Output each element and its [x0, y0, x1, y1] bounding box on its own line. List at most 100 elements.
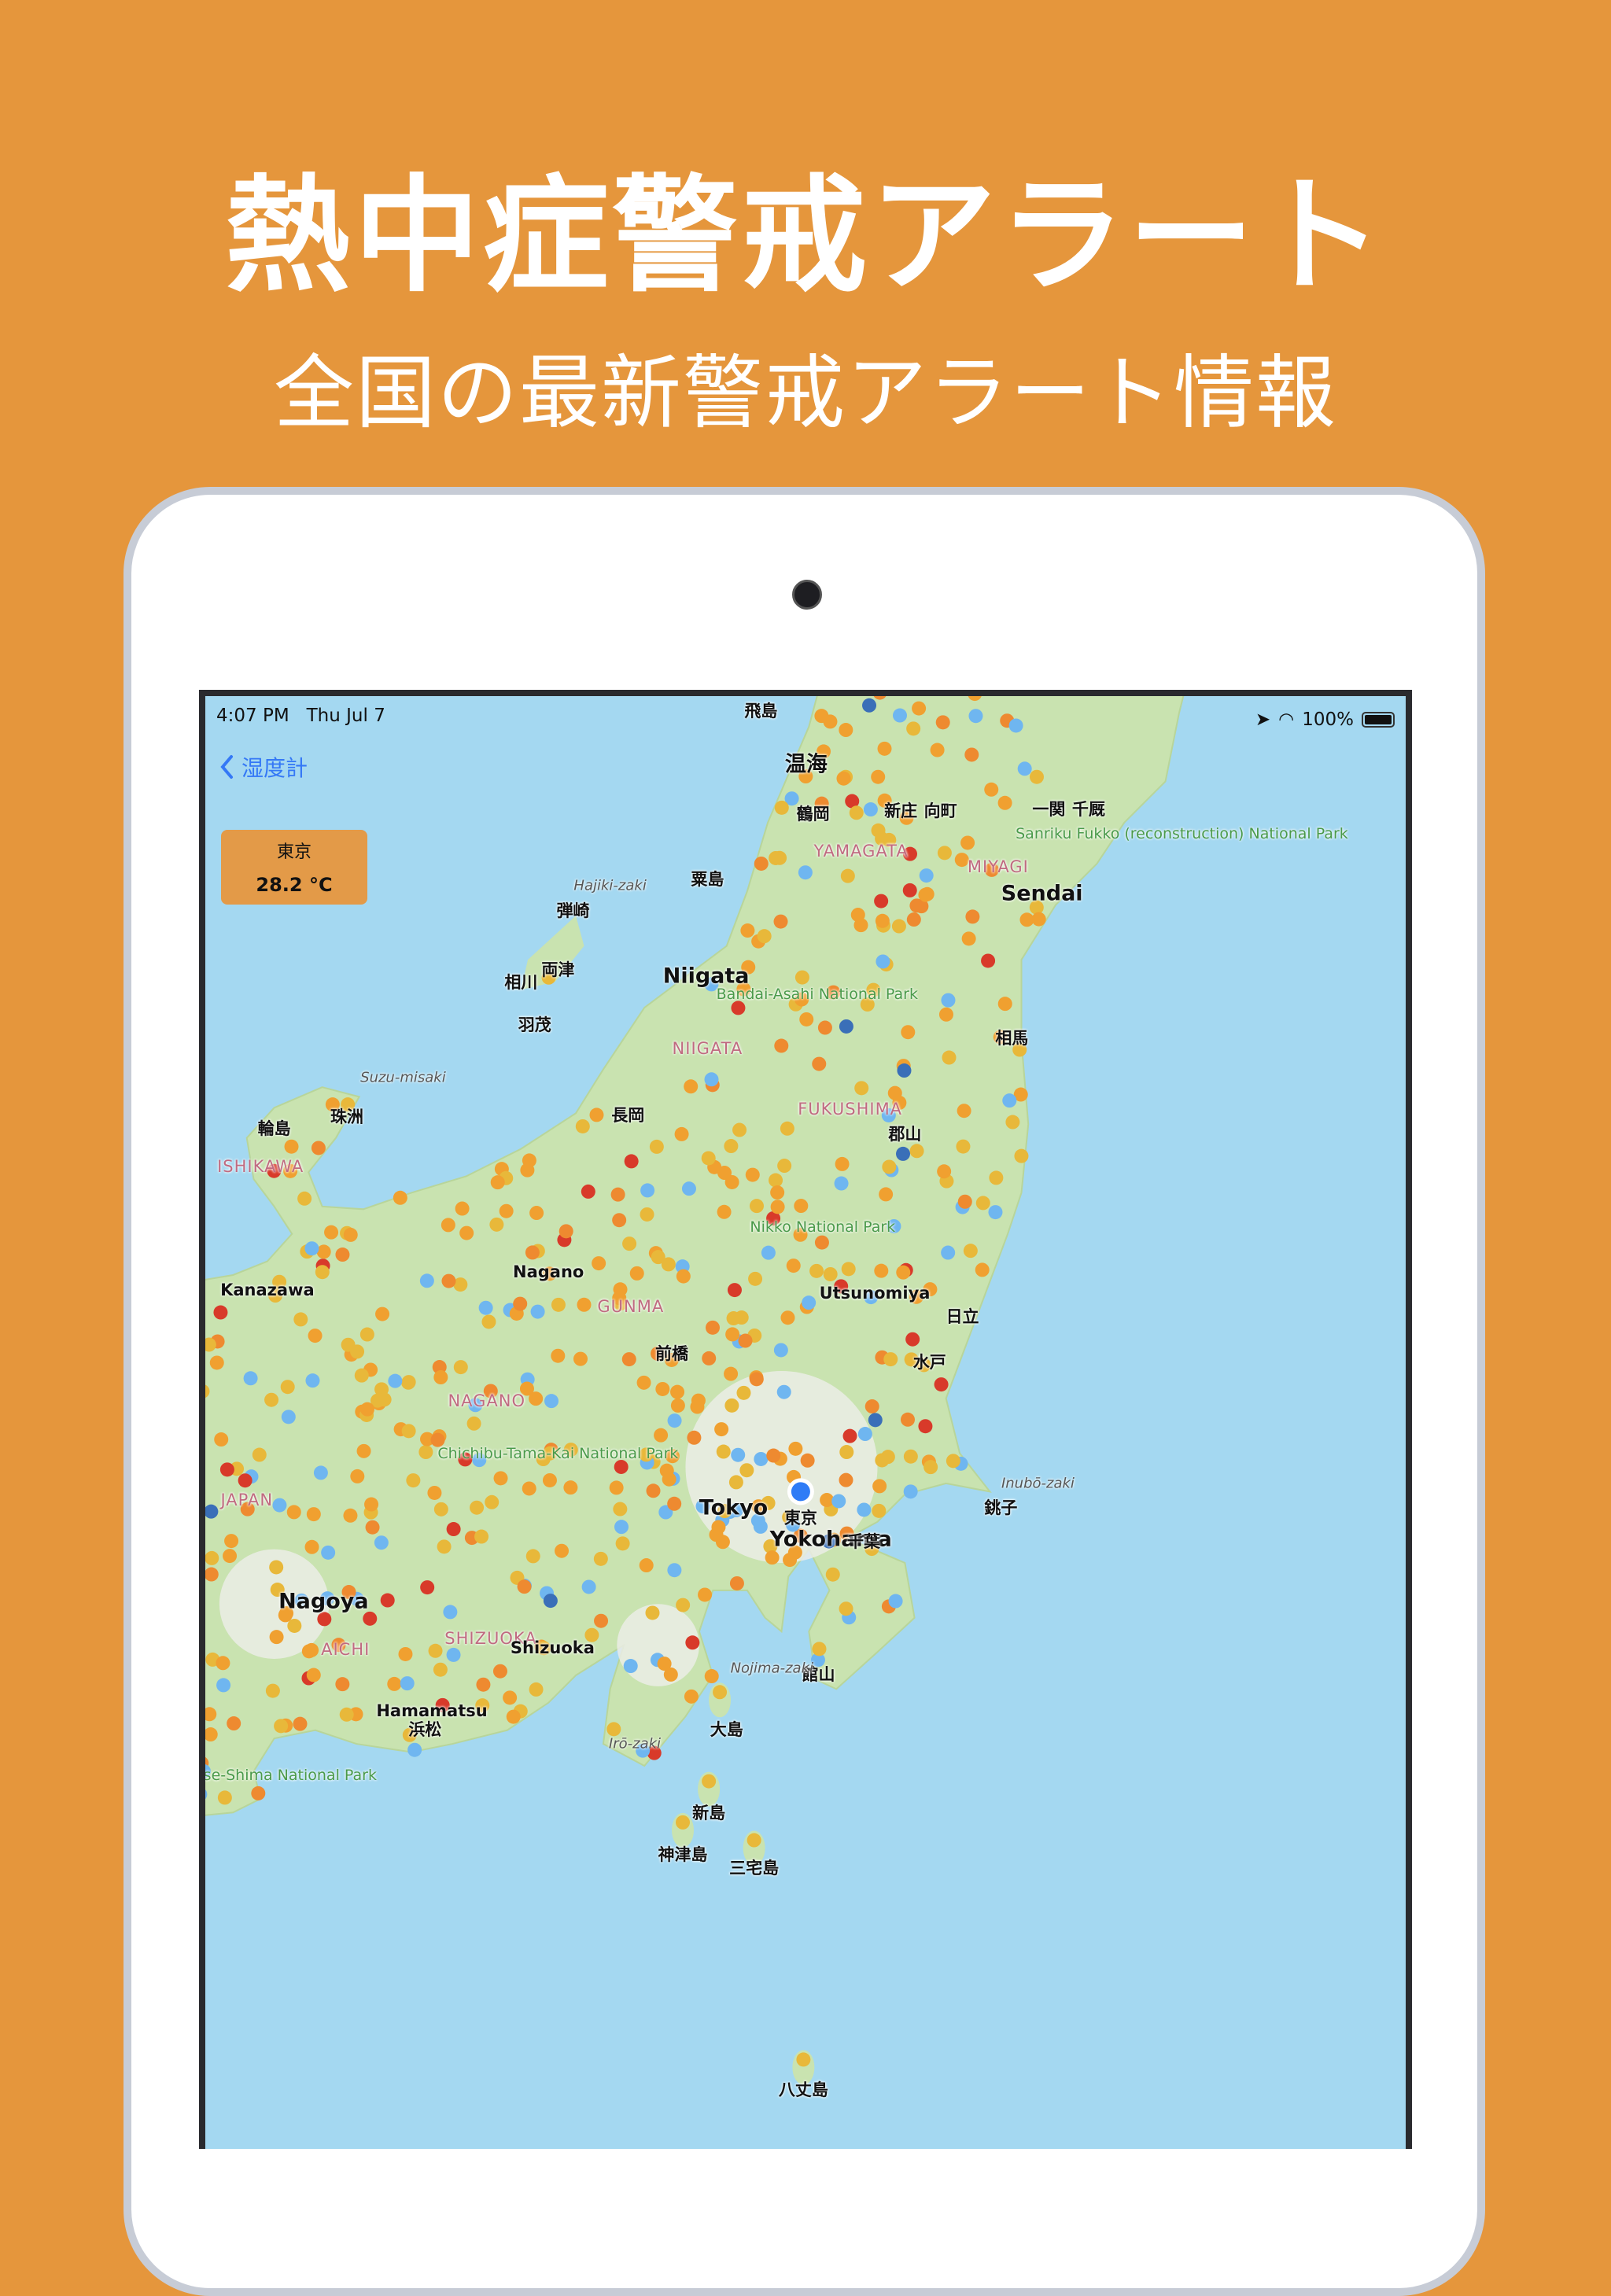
alert-marker[interactable]: [573, 1352, 588, 1366]
alert-marker[interactable]: [293, 1312, 308, 1326]
alert-marker[interactable]: [724, 1139, 738, 1153]
alert-marker[interactable]: [962, 931, 976, 945]
alert-marker[interactable]: [470, 1501, 484, 1515]
alert-marker[interactable]: [775, 801, 789, 815]
alert-marker[interactable]: [238, 1473, 253, 1487]
alert-marker[interactable]: [317, 1244, 331, 1259]
alert-marker[interactable]: [717, 1205, 732, 1219]
alert-marker[interactable]: [529, 1682, 544, 1697]
alert-marker[interactable]: [594, 1614, 608, 1628]
alert-marker[interactable]: [896, 1147, 910, 1161]
alert-marker[interactable]: [582, 1579, 596, 1594]
alert-marker[interactable]: [640, 1207, 654, 1222]
alert-marker[interactable]: [770, 1185, 784, 1200]
alert-marker[interactable]: [730, 1576, 744, 1590]
alert-marker[interactable]: [522, 1481, 536, 1495]
alert-marker[interactable]: [315, 1265, 330, 1279]
alert-marker[interactable]: [836, 772, 850, 786]
alert-marker[interactable]: [787, 1259, 801, 1273]
alert-marker[interactable]: [335, 1248, 349, 1262]
alert-marker[interactable]: [854, 1081, 868, 1095]
alert-marker[interactable]: [479, 1301, 493, 1315]
alert-marker[interactable]: [218, 1790, 232, 1804]
alert-marker[interactable]: [872, 1504, 886, 1518]
alert-marker[interactable]: [798, 865, 813, 879]
alert-marker[interactable]: [769, 1174, 783, 1188]
alert-marker[interactable]: [850, 805, 864, 820]
alert-marker[interactable]: [210, 1355, 224, 1369]
alert-marker[interactable]: [671, 1399, 685, 1413]
alert-marker[interactable]: [307, 1507, 321, 1521]
alert-marker[interactable]: [874, 894, 888, 908]
alert-marker[interactable]: [563, 1480, 577, 1494]
alert-marker[interactable]: [747, 1833, 761, 1848]
alert-marker[interactable]: [839, 1019, 853, 1034]
alert-marker[interactable]: [878, 742, 892, 756]
alert-marker[interactable]: [937, 1164, 951, 1178]
alert-marker[interactable]: [270, 1630, 284, 1644]
alert-marker[interactable]: [876, 954, 890, 968]
alert-marker[interactable]: [551, 1298, 566, 1312]
alert-marker[interactable]: [858, 1427, 872, 1441]
alert-marker[interactable]: [266, 1684, 280, 1698]
alert-marker[interactable]: [918, 1419, 932, 1433]
alert-marker[interactable]: [654, 1428, 668, 1443]
alert-marker[interactable]: [543, 1473, 557, 1487]
alert-marker[interactable]: [907, 912, 921, 927]
alert-marker[interactable]: [809, 1264, 824, 1278]
alert-marker[interactable]: [433, 1370, 448, 1384]
alert-marker[interactable]: [340, 1708, 354, 1722]
alert-marker[interactable]: [714, 1422, 728, 1436]
alert-marker[interactable]: [614, 1520, 629, 1534]
alert-marker[interactable]: [824, 1267, 838, 1281]
alert-marker[interactable]: [727, 1311, 741, 1325]
alert-marker[interactable]: [616, 1536, 630, 1550]
alert-marker[interactable]: [614, 1460, 629, 1474]
alert-marker[interactable]: [204, 1727, 218, 1741]
alert-marker[interactable]: [378, 1392, 392, 1406]
alert-marker[interactable]: [529, 1206, 544, 1220]
alert-marker[interactable]: [223, 1549, 237, 1563]
alert-marker[interactable]: [702, 1151, 716, 1165]
alert-marker[interactable]: [216, 1656, 230, 1670]
alert-marker[interactable]: [374, 1535, 389, 1550]
alert-marker[interactable]: [612, 1213, 626, 1227]
alert-marker[interactable]: [474, 1530, 488, 1544]
alert-marker[interactable]: [976, 1196, 990, 1210]
alert-marker[interactable]: [297, 1192, 312, 1206]
alert-marker[interactable]: [282, 1410, 296, 1424]
alert-marker[interactable]: [923, 1460, 938, 1474]
alert-marker[interactable]: [274, 1719, 288, 1733]
alert-marker[interactable]: [622, 1352, 636, 1366]
alert-marker[interactable]: [731, 1448, 745, 1462]
alert-marker[interactable]: [758, 929, 772, 943]
alert-marker[interactable]: [717, 1445, 731, 1459]
alert-marker[interactable]: [622, 1236, 636, 1251]
alert-marker[interactable]: [711, 1520, 725, 1534]
alert-marker[interactable]: [872, 1479, 887, 1493]
alert-marker[interactable]: [896, 1266, 910, 1280]
alert-marker[interactable]: [1032, 912, 1046, 927]
alert-marker[interactable]: [957, 1104, 971, 1118]
alert-marker[interactable]: [882, 1159, 896, 1174]
alert-marker[interactable]: [892, 920, 906, 934]
alert-marker[interactable]: [725, 1327, 739, 1341]
alert-marker[interactable]: [794, 1199, 808, 1213]
alert-marker[interactable]: [831, 1494, 846, 1508]
alert-marker[interactable]: [729, 1475, 743, 1489]
alert-marker[interactable]: [676, 1270, 691, 1284]
alert-marker[interactable]: [220, 1462, 234, 1476]
alert-marker[interactable]: [841, 869, 855, 883]
alert-marker[interactable]: [728, 1283, 742, 1297]
alert-marker[interactable]: [901, 1025, 915, 1039]
alert-marker[interactable]: [350, 1469, 364, 1483]
alert-marker[interactable]: [777, 1159, 791, 1173]
alert-marker[interactable]: [750, 1372, 764, 1386]
alert-marker[interactable]: [818, 1021, 832, 1035]
alert-marker[interactable]: [667, 1497, 681, 1511]
alert-marker[interactable]: [526, 1549, 540, 1563]
alert-marker[interactable]: [447, 1648, 461, 1662]
alert-marker[interactable]: [761, 1246, 776, 1260]
alert-marker[interactable]: [398, 1647, 412, 1661]
alert-marker[interactable]: [507, 1710, 521, 1724]
